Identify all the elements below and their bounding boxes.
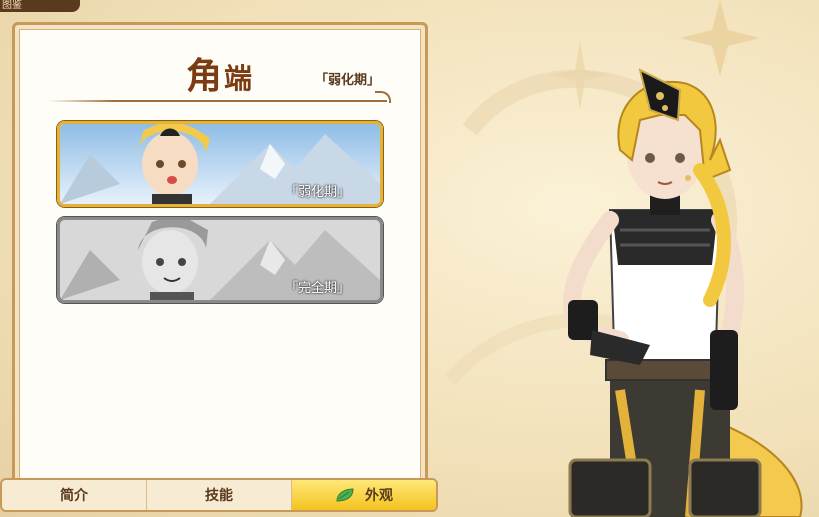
tab-skills-label: 技能 — [205, 488, 233, 504]
leaf-icon — [336, 488, 354, 502]
tab-profile[interactable]: 简介 — [2, 480, 147, 510]
title-char-2: 端 — [224, 62, 255, 95]
tab-skills[interactable]: 技能 — [147, 480, 292, 510]
tab-appearance[interactable]: 外观 — [292, 480, 436, 510]
bottom-tab-bar: 简介 技能 外观 — [0, 478, 438, 512]
top-tab[interactable]: 图鉴 — [0, 0, 80, 12]
title-char-1: 角 — [185, 55, 224, 97]
form-card-weakened[interactable]: 「弱化期」 — [57, 121, 383, 207]
form-card-weakened-label: 「弱化期」 — [284, 185, 350, 200]
form-card-full-label: 「完全期」 — [284, 281, 350, 296]
tab-appearance-label: 外观 — [365, 488, 393, 504]
info-panel: 角端 「弱化期」 「弱化期」 「完全期」 — [12, 22, 428, 488]
character-illustration — [563, 68, 803, 517]
tab-profile-label: 简介 — [60, 488, 88, 504]
title-divider — [47, 100, 387, 102]
phase-label: 「弱化期」 — [315, 73, 381, 88]
form-card-full[interactable]: 「完全期」 — [57, 217, 383, 303]
